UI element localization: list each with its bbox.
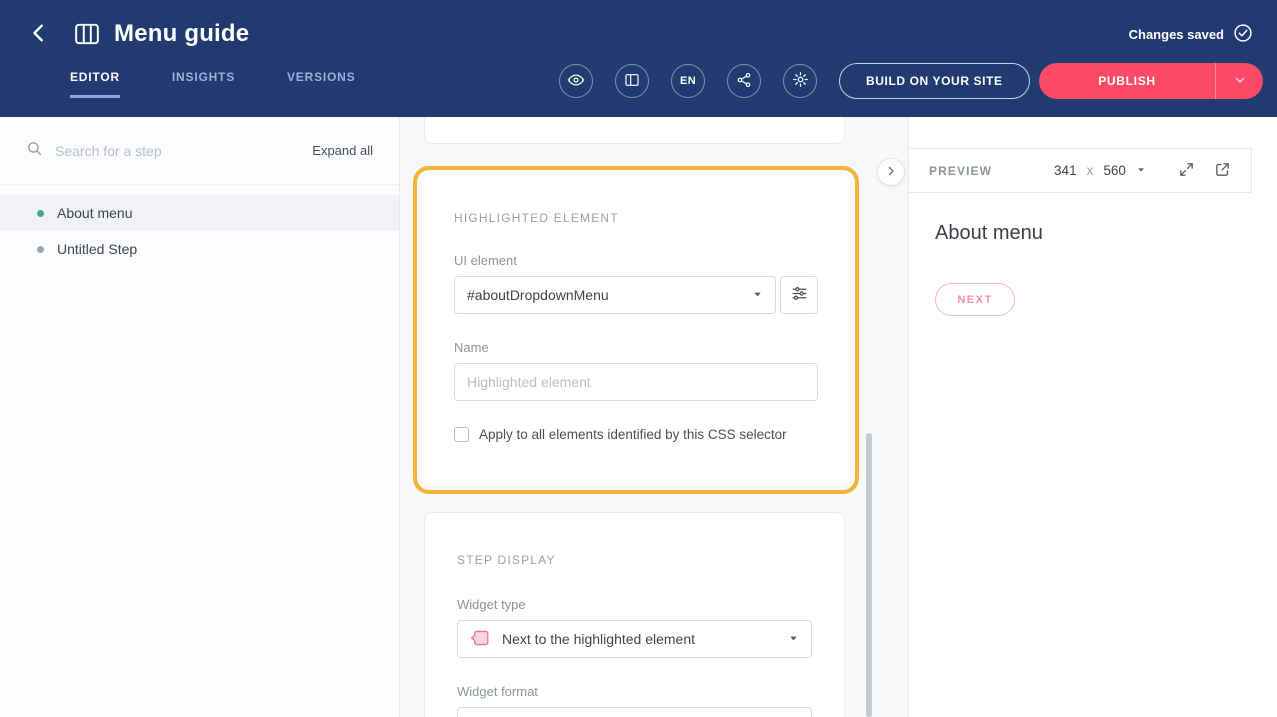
step-item-about-menu[interactable]: About menu	[0, 195, 399, 231]
highlighted-element-ring: HIGHLIGHTED ELEMENT UI element #aboutDro…	[413, 166, 859, 494]
preview-next-button[interactable]: NEXT	[935, 283, 1015, 316]
share-button[interactable]	[727, 64, 761, 98]
step-status-dot	[37, 210, 44, 217]
apply-to-all-label: Apply to all elements identified by this…	[479, 427, 787, 442]
search-icon	[26, 140, 43, 162]
layout-button[interactable]	[615, 64, 649, 98]
fullscreen-preview-button[interactable]	[1178, 161, 1195, 181]
widget-type-selected-value: Next to the highlighted element	[502, 631, 695, 647]
logo-icon	[74, 21, 100, 47]
step-display-card: STEP DISPLAY Widget type Next to the hig…	[424, 512, 845, 717]
step-status-dot	[37, 246, 44, 253]
save-status-label: Changes saved	[1129, 27, 1224, 42]
card-section-title: STEP DISPLAY	[457, 553, 812, 567]
apply-to-all-checkbox[interactable]	[454, 427, 469, 442]
check-circle-icon	[1233, 23, 1253, 46]
chevron-down-icon	[1136, 163, 1146, 178]
card-section-title: HIGHLIGHTED ELEMENT	[454, 211, 818, 225]
preview-eye-button[interactable]	[559, 64, 593, 98]
ui-element-selected-value: #aboutDropdownMenu	[467, 287, 609, 303]
collapse-panel-button[interactable]	[877, 158, 905, 186]
build-on-your-site-button[interactable]: BUILD ON YOUR SITE	[839, 63, 1030, 99]
panel-icon	[624, 72, 640, 91]
top-navigation-bar: Menu guide Changes saved EDITOR INSIGHTS…	[0, 0, 1277, 117]
preview-header: PREVIEW 341 x 560	[909, 148, 1252, 193]
widget-type-select[interactable]: Next to the highlighted element	[457, 620, 812, 658]
settings-button[interactable]	[783, 64, 817, 98]
share-icon	[736, 72, 752, 91]
widget-format-select[interactable]	[457, 707, 812, 717]
toolbar-icon-buttons: EN	[559, 64, 817, 98]
chevron-down-icon	[1234, 74, 1246, 89]
expand-icon	[1178, 161, 1195, 181]
preview-step-title: About menu	[935, 222, 1043, 245]
preview-panel: PREVIEW 341 x 560 About menu NEXT	[908, 117, 1277, 717]
eye-icon	[567, 71, 585, 92]
open-in-new-tab-button[interactable]	[1214, 161, 1231, 181]
tab-insights[interactable]: INSIGHTS	[172, 70, 235, 98]
preview-content: About menu NEXT	[935, 222, 1043, 316]
step-search-row: Expand all	[0, 117, 399, 185]
back-button[interactable]	[24, 19, 54, 49]
tooltip-widget-icon	[470, 629, 490, 650]
tab-versions[interactable]: VERSIONS	[287, 70, 355, 98]
gear-icon	[792, 71, 809, 91]
chevron-down-icon	[788, 631, 799, 647]
editor-scrollbar[interactable]	[866, 433, 872, 717]
tab-editor[interactable]: EDITOR	[70, 70, 120, 98]
name-label: Name	[454, 340, 818, 355]
step-editor-canvas: HIGHLIGHTED ELEMENT UI element #aboutDro…	[401, 117, 908, 717]
save-status: Changes saved	[1129, 23, 1253, 46]
widget-type-label: Widget type	[457, 597, 812, 612]
previous-settings-card	[424, 117, 845, 144]
preview-title: PREVIEW	[929, 164, 992, 178]
expand-all-button[interactable]: Expand all	[312, 143, 373, 158]
highlighted-element-card: HIGHLIGHTED ELEMENT UI element #aboutDro…	[422, 175, 850, 485]
ui-element-label: UI element	[454, 253, 818, 268]
external-link-icon	[1214, 161, 1231, 181]
steps-list: About menu Untitled Step	[0, 195, 399, 267]
collapse-chevron-icon	[885, 165, 897, 180]
selector-settings-button[interactable]	[780, 276, 818, 314]
publish-button[interactable]: PUBLISH	[1039, 63, 1215, 99]
step-label: About menu	[57, 205, 133, 221]
preview-width: 341	[1054, 163, 1077, 178]
publish-dropdown-toggle[interactable]	[1215, 63, 1263, 99]
preview-size-select[interactable]: 341 x 560	[1054, 163, 1146, 178]
step-label: Untitled Step	[57, 241, 137, 257]
publish-split-button: PUBLISH	[1039, 63, 1263, 99]
chevron-down-icon	[752, 287, 763, 303]
editor-tabs: EDITOR INSIGHTS VERSIONS	[70, 70, 355, 98]
step-item-untitled-step[interactable]: Untitled Step	[0, 231, 399, 267]
highlighted-element-name-input[interactable]	[454, 363, 818, 401]
sliders-icon	[791, 285, 808, 305]
preview-size-separator: x	[1087, 163, 1094, 178]
language-label: EN	[680, 75, 696, 87]
language-button[interactable]: EN	[671, 64, 705, 98]
steps-sidebar: Expand all About menu Untitled Step	[0, 117, 400, 717]
back-icon	[28, 22, 50, 47]
ui-element-select[interactable]: #aboutDropdownMenu	[454, 276, 776, 314]
preview-height: 560	[1103, 163, 1126, 178]
page-title: Menu guide	[114, 20, 249, 48]
widget-format-label: Widget format	[457, 684, 812, 699]
search-input[interactable]	[55, 143, 312, 159]
